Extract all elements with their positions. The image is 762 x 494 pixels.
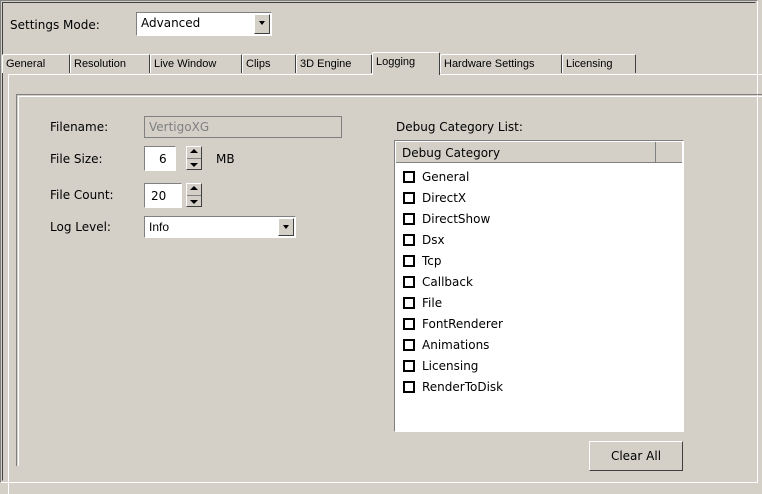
checkbox[interactable] — [403, 339, 415, 351]
checkbox[interactable] — [403, 234, 415, 246]
checkbox[interactable] — [403, 297, 415, 309]
checkbox[interactable] — [403, 213, 415, 225]
checkbox[interactable] — [403, 255, 415, 267]
spin-up-icon[interactable] — [190, 186, 198, 190]
tab-logging[interactable]: Logging — [372, 52, 440, 75]
loglevel-select[interactable]: Info — [144, 216, 296, 238]
filecount-value: 20 — [151, 189, 167, 203]
column-header-filler — [656, 142, 682, 163]
filename-label: Filename: — [50, 120, 109, 134]
tab-3d-engine[interactable]: 3D Engine — [296, 54, 372, 73]
debug-category-list[interactable]: Debug Category General DirectX DirectSho… — [394, 140, 684, 432]
spin-down-icon[interactable] — [190, 163, 198, 167]
chevron-down-icon[interactable] — [254, 14, 270, 34]
debug-category-column-header[interactable]: Debug Category — [396, 142, 656, 163]
filesize-label: File Size: — [50, 152, 103, 166]
settings-mode-value: Advanced — [141, 16, 201, 30]
filesize-stepper[interactable] — [186, 146, 202, 170]
loglevel-label: Log Level: — [50, 220, 111, 234]
checkbox[interactable] — [403, 171, 415, 183]
filesize-unit: MB — [216, 152, 235, 166]
debug-list-label: Debug Category List: — [396, 120, 523, 134]
filecount-label: File Count: — [50, 188, 114, 202]
tab-hardware-settings[interactable]: Hardware Settings — [440, 54, 562, 73]
loglevel-value: Info — [149, 220, 170, 234]
filesize-field[interactable]: 6 — [144, 146, 176, 171]
checkbox[interactable] — [403, 192, 415, 204]
filesize-value: 6 — [159, 152, 167, 166]
tab-general[interactable]: General — [2, 54, 70, 73]
tab-resolution[interactable]: Resolution — [70, 54, 150, 73]
filecount-field[interactable]: 20 — [144, 183, 182, 208]
checkbox[interactable] — [403, 360, 415, 372]
filename-value: VertigoXG — [149, 120, 210, 134]
spin-up-icon[interactable] — [190, 149, 198, 153]
tab-clips[interactable]: Clips — [242, 54, 296, 73]
settings-mode-select[interactable]: Advanced — [136, 12, 272, 36]
checkbox[interactable] — [403, 318, 415, 330]
clear-all-button[interactable]: Clear All — [589, 441, 683, 471]
chevron-down-icon[interactable] — [278, 218, 294, 236]
spin-down-icon[interactable] — [190, 200, 198, 204]
checkbox[interactable] — [403, 381, 415, 393]
tab-licensing[interactable]: Licensing — [562, 54, 636, 73]
checkbox[interactable] — [403, 276, 415, 288]
settings-mode-label: Settings Mode: — [10, 18, 100, 32]
tab-live-window[interactable]: Live Window — [150, 54, 242, 73]
filecount-stepper[interactable] — [186, 183, 202, 207]
filename-field[interactable]: VertigoXG — [144, 116, 342, 138]
